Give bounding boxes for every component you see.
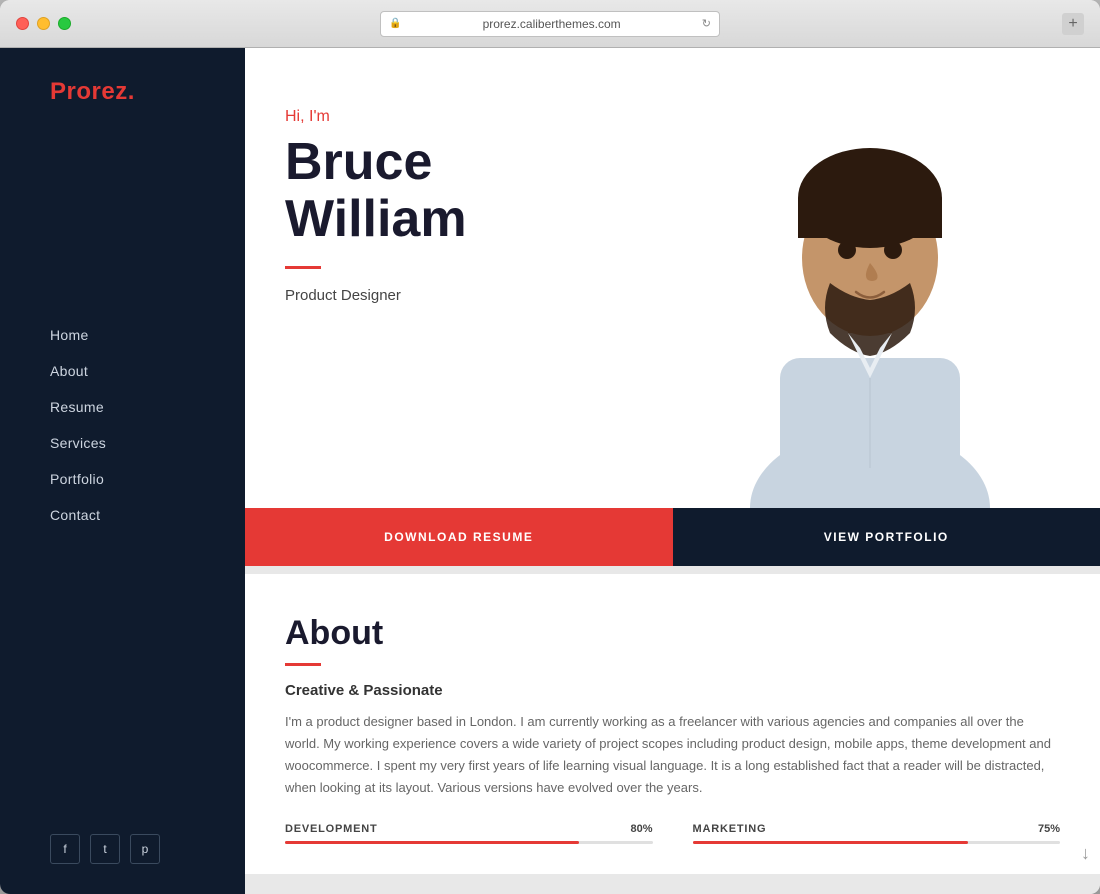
about-body: I'm a product designer based in London. … <box>285 711 1060 799</box>
hamburger-line-2 <box>1062 76 1080 78</box>
hamburger-button[interactable] <box>1052 58 1090 96</box>
mac-window: 🔒 prorez.caliberthemes.com ↻ + Prorez. H… <box>0 0 1100 894</box>
nav-item-portfolio[interactable]: Portfolio <box>50 461 245 497</box>
skill-marketing-bar-bg <box>693 841 1061 844</box>
skill-development: DEVELOPMENT 80% <box>285 823 653 844</box>
facebook-link[interactable]: f <box>50 834 80 864</box>
hero-section: Hi, I'm Bruce William Product Designer <box>245 48 1100 508</box>
new-tab-button[interactable]: + <box>1062 13 1084 35</box>
pinterest-link[interactable]: p <box>130 834 160 864</box>
download-resume-button[interactable]: DOWNLOAD RESUME <box>245 508 673 566</box>
titlebar: 🔒 prorez.caliberthemes.com ↻ + <box>0 0 1100 48</box>
hero-name: Bruce William <box>285 134 1100 248</box>
skill-development-header: DEVELOPMENT 80% <box>285 823 653 835</box>
skill-development-name: DEVELOPMENT <box>285 823 378 835</box>
skill-marketing-bar-fill <box>693 841 969 844</box>
address-bar[interactable]: 🔒 prorez.caliberthemes.com ↻ <box>380 11 720 37</box>
nav-item-contact[interactable]: Contact <box>50 497 245 533</box>
maximize-button[interactable] <box>58 17 71 30</box>
refresh-icon[interactable]: ↻ <box>702 17 711 30</box>
hero-divider <box>285 266 321 269</box>
skill-marketing-pct: 75% <box>1038 823 1060 835</box>
main-nav: Home About Resume Services Portfolio Con… <box>0 48 245 804</box>
minimize-button[interactable] <box>37 17 50 30</box>
hero-name-line2: William <box>285 190 467 248</box>
skill-marketing-header: MARKETING 75% <box>693 823 1061 835</box>
hero-job-title: Product Designer <box>285 287 1100 304</box>
twitter-link[interactable]: t <box>90 834 120 864</box>
skill-marketing-name: MARKETING <box>693 823 767 835</box>
url-text: prorez.caliberthemes.com <box>407 17 695 31</box>
skill-development-bar-bg <box>285 841 653 844</box>
page-content: Hi, I'm Bruce William Product Designer <box>245 48 1100 894</box>
about-subtitle: Creative & Passionate <box>285 682 1060 699</box>
about-divider <box>285 663 321 666</box>
cta-buttons: DOWNLOAD RESUME VIEW PORTFOLIO <box>245 508 1100 566</box>
hamburger-line-1 <box>1062 69 1080 71</box>
scroll-indicator: ↓ <box>1081 843 1090 864</box>
hero-name-line1: Bruce <box>285 133 432 191</box>
hero-greeting: Hi, I'm <box>285 108 1100 126</box>
nav-item-resume[interactable]: Resume <box>50 389 245 425</box>
window-controls <box>16 17 71 30</box>
nav-item-home[interactable]: Home <box>50 317 245 353</box>
close-button[interactable] <box>16 17 29 30</box>
skill-development-pct: 80% <box>630 823 652 835</box>
app-content: Prorez. Home About Resume Services Portf… <box>0 48 1100 894</box>
lock-icon: 🔒 <box>389 18 401 29</box>
view-portfolio-button[interactable]: VIEW PORTFOLIO <box>673 508 1100 566</box>
nav-item-about[interactable]: About <box>50 353 245 389</box>
about-title: About <box>285 614 1060 653</box>
sidebar: Prorez. Home About Resume Services Portf… <box>0 48 245 894</box>
hero-content: Hi, I'm Bruce William Product Designer <box>245 48 1100 304</box>
social-links: f t p <box>0 804 245 894</box>
about-section: About Creative & Passionate I'm a produc… <box>245 574 1100 874</box>
hamburger-line-3 <box>1062 83 1080 85</box>
skills-row: DEVELOPMENT 80% MARKETING 75% <box>285 823 1060 844</box>
skill-development-bar-fill <box>285 841 579 844</box>
skill-marketing: MARKETING 75% <box>693 823 1061 844</box>
nav-item-services[interactable]: Services <box>50 425 245 461</box>
main-panel: Hi, I'm Bruce William Product Designer <box>245 48 1100 894</box>
